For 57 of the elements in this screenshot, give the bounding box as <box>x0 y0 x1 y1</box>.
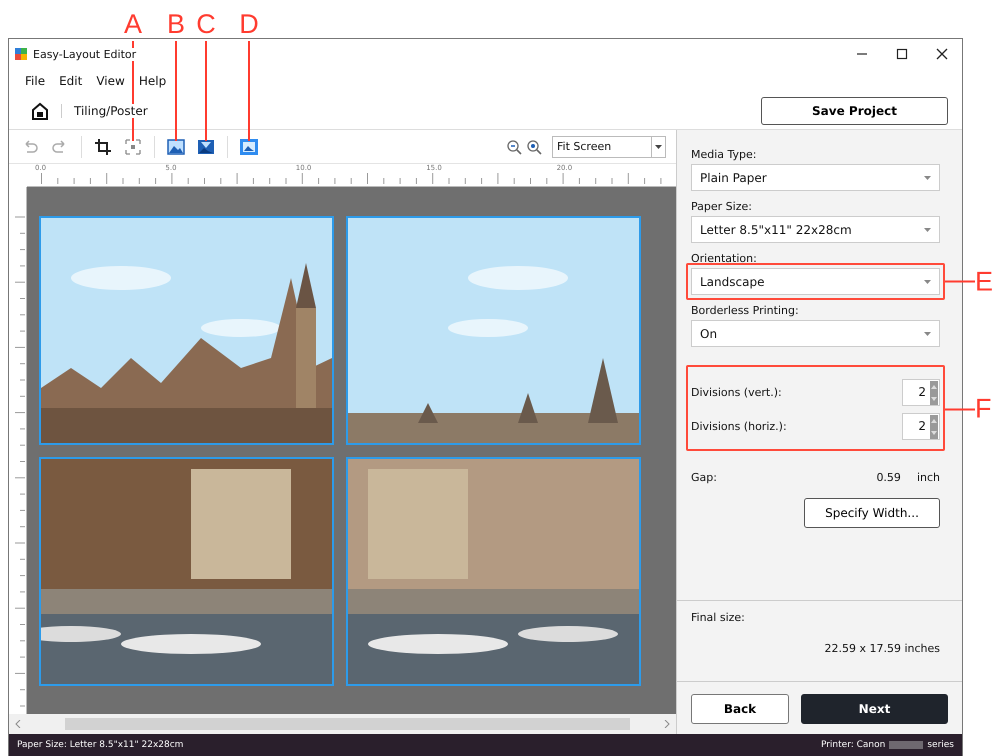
callout-label: C <box>196 10 216 38</box>
leader-line <box>945 408 975 410</box>
callout-label: B <box>166 10 185 38</box>
menu-item[interactable]: View <box>96 74 125 88</box>
horizontal-scrollbar[interactable] <box>9 714 676 734</box>
dropdown-arrow-icon <box>655 144 662 148</box>
field-label: Divisions (horiz.): <box>691 420 787 432</box>
status-text: series <box>927 740 954 750</box>
scroll-right-icon[interactable] <box>664 720 670 728</box>
dropdown[interactable]: Letter 8.5"x11" 22x28cm <box>691 216 940 243</box>
leader-line <box>945 280 975 282</box>
field-label: Orientation: <box>691 252 758 265</box>
status-text: Paper Size: Letter 8.5"x11" 22x28cm <box>17 740 184 750</box>
image-icon[interactable] <box>240 138 258 156</box>
field-label: Final size: <box>691 611 746 624</box>
callout-label: F <box>975 396 992 422</box>
dropdown-arrow-icon <box>924 332 931 336</box>
dropdown[interactable]: On <box>691 320 940 347</box>
back-button[interactable]: Back <box>691 694 789 724</box>
menu-item[interactable]: Help <box>138 74 166 88</box>
fit-frame-icon[interactable] <box>124 138 142 156</box>
save-button[interactable]: Save Project <box>761 97 948 125</box>
specify-width-button[interactable]: Specify Width... <box>804 498 940 528</box>
maximize-icon[interactable] <box>896 48 908 60</box>
callout-label: E <box>975 268 992 295</box>
field-label: Gap: <box>691 471 718 484</box>
menu-item[interactable]: File <box>25 74 46 88</box>
dropdown-arrow-icon <box>924 176 931 180</box>
final-size-value: 22.59 x 17.59 inches <box>823 642 940 655</box>
redacted-text <box>889 741 924 749</box>
close-icon[interactable] <box>936 48 948 60</box>
unit-label: inch <box>916 471 940 484</box>
dropdown-arrow-icon <box>924 228 931 232</box>
dropdown[interactable]: Landscape <box>691 268 940 295</box>
dropdown[interactable]: Plain Paper <box>691 164 940 191</box>
zoom-in-icon[interactable] <box>526 138 542 154</box>
dropdown-arrow-icon <box>924 280 931 284</box>
field-label: Borderless Printing: <box>691 304 800 317</box>
scroll-left-icon[interactable] <box>15 720 21 728</box>
zoom-out-icon[interactable] <box>506 138 522 154</box>
app-icon <box>15 48 27 60</box>
status-text: Printer: Canon <box>820 740 886 750</box>
breadcrumb-text: Tiling/Poster <box>74 104 148 118</box>
window-title: Easy-Layout Editor <box>33 48 136 60</box>
callout-label: D <box>239 10 259 38</box>
image-icon[interactable] <box>197 138 215 156</box>
crop-icon[interactable] <box>94 138 112 156</box>
zoom-dropdown[interactable]: Fit Screen <box>552 136 666 158</box>
menu-item[interactable]: Edit <box>59 74 82 88</box>
field-label: Paper Size: <box>691 200 753 213</box>
field-label: Divisions (vert.): <box>691 386 782 398</box>
next-button[interactable]: Next <box>801 694 948 724</box>
callout-label: A <box>124 10 142 38</box>
image-icon[interactable] <box>167 138 185 156</box>
home-icon[interactable] <box>31 102 49 120</box>
field-label: Media Type: <box>691 148 758 161</box>
gap-value: 0.59 <box>876 471 901 484</box>
